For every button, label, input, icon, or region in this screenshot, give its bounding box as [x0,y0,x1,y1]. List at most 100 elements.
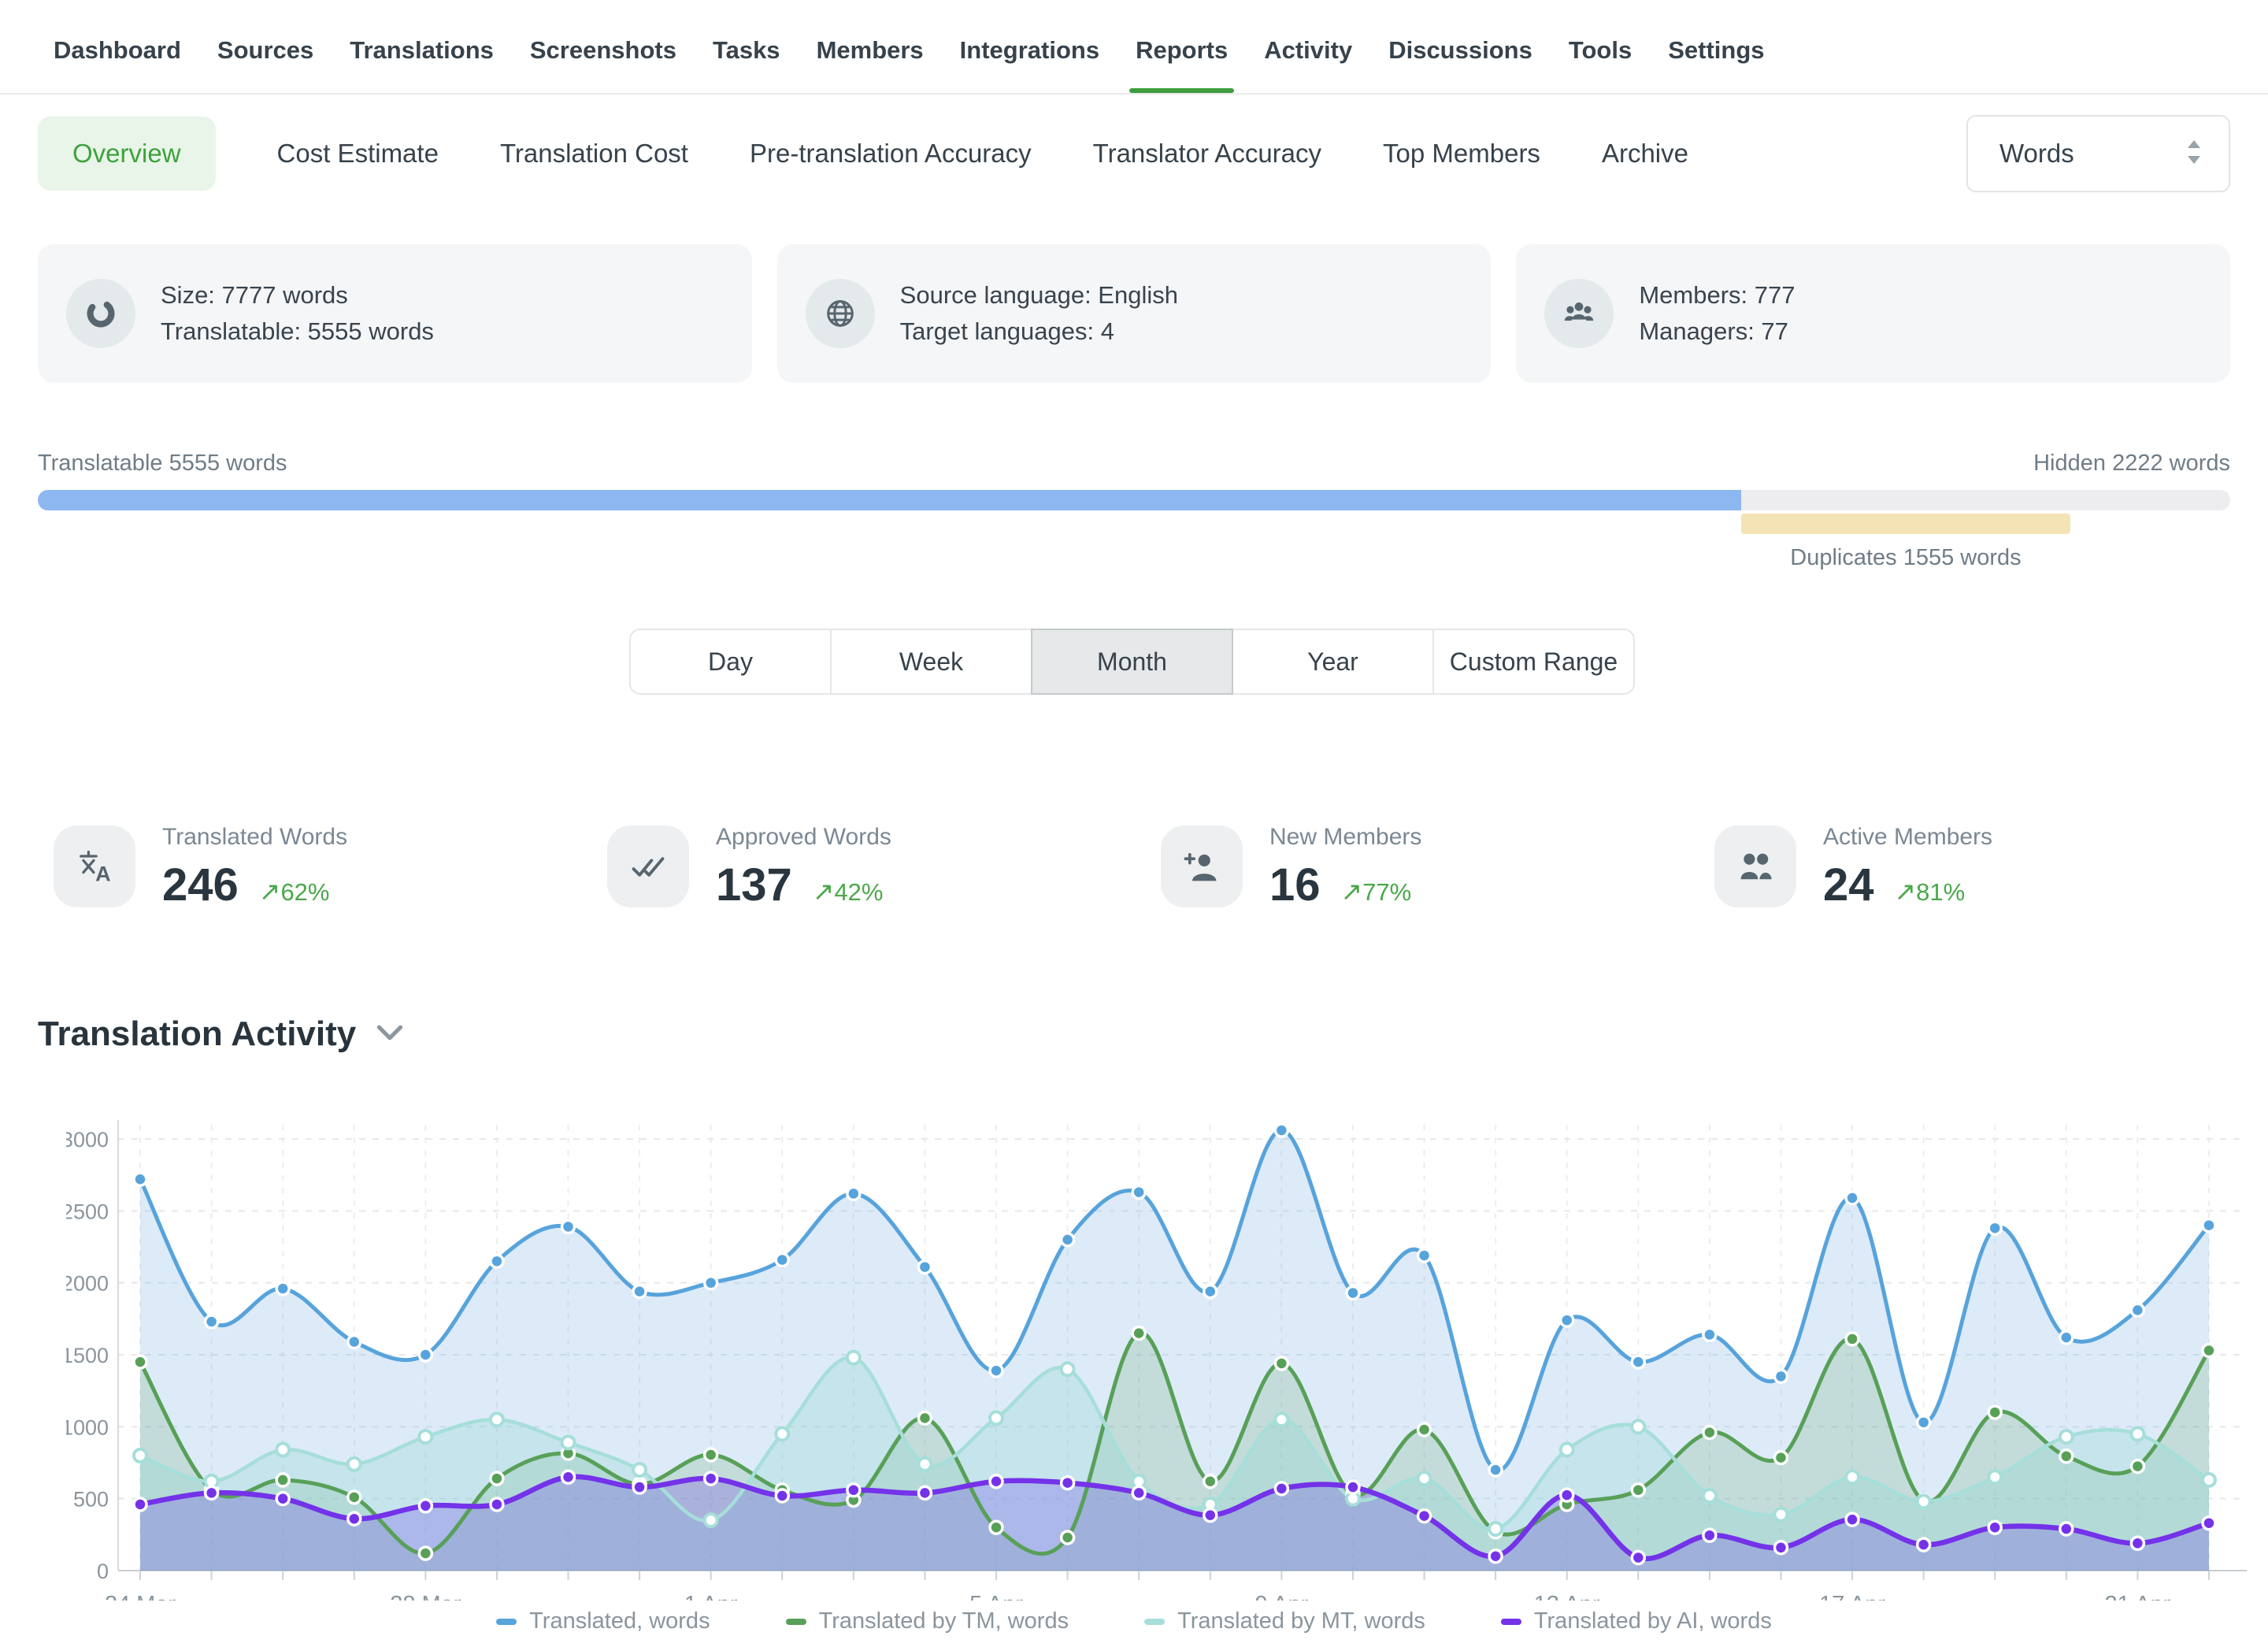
translation-activity-chart: 05001000150020002500300024 Mar28 Mar1 Ap… [66,1092,2252,1601]
svg-text:24 Mar: 24 Mar [105,1592,176,1601]
svg-text:13 Apr: 13 Apr [1534,1592,1600,1601]
nav-item-dashboard[interactable]: Dashboard [54,28,181,72]
legend-label: Translated by AI, words [1534,1608,1772,1634]
stat-card-translated-words: ATranslated Words246↗62% [54,819,347,911]
report-tab-pre-translation-accuracy[interactable]: Pre-translation Accuracy [750,117,1032,191]
legend-item-translated-by-ai-words[interactable]: Translated by AI, words [1501,1608,1772,1634]
svg-text:28 Mar: 28 Mar [390,1592,461,1601]
select-arrows-icon [2186,139,2202,169]
legend-swatch [1144,1619,1165,1625]
report-tabs: Overview Cost Estimate Translation Cost Pre… [38,115,1688,192]
nav-item-screenshots[interactable]: Screenshots [530,28,676,72]
nav-item-sources[interactable]: Sources [217,28,313,72]
stat-card-active-members: Active Members24↗81% [1714,819,1992,911]
summary-card: Source language: EnglishTarget languages… [777,244,1492,383]
range-option-month[interactable]: Month [1031,629,1233,695]
duplicates-words-label: Duplicates 1555 words [1790,545,2021,571]
svg-text:0: 0 [97,1560,109,1583]
legend-swatch [496,1619,517,1625]
report-tab-translator-accuracy[interactable]: Translator Accuracy [1093,117,1321,191]
svg-text:21 Apr: 21 Apr [2104,1592,2170,1601]
summary-line-2: Managers: 77 [1639,313,1795,350]
checks-icon [607,825,689,907]
legend-swatch [786,1619,806,1625]
legend-label: Translated, words [529,1608,710,1634]
report-tab-overview[interactable]: Overview [38,117,216,191]
stat-label: Approved Words [716,824,891,851]
legend-item-translated-by-mt-words[interactable]: Translated by MT, words [1144,1608,1425,1634]
stat-label: New Members [1269,824,1421,851]
svg-text:2000: 2000 [66,1272,109,1296]
nav-divider [0,93,2268,95]
nav-item-tasks[interactable]: Tasks [713,28,780,72]
stat-value: 24 [1823,859,1874,911]
legend-label: Translated by MT, words [1177,1608,1425,1634]
summary-line-1: Size: 7777 words [161,277,434,313]
summary-card: Members: 777Managers: 77 [1516,244,2230,383]
nav-item-settings[interactable]: Settings [1668,28,1764,72]
hidden-words-label: Hidden 2222 words [2033,451,2230,477]
summary-line-1: Members: 777 [1639,277,1795,313]
legend-swatch [1501,1619,1521,1625]
nav-item-translations[interactable]: Translations [350,28,494,72]
stat-card-new-members: New Members 16 ↗77% [1161,819,1421,911]
svg-text:9 Apr: 9 Apr [1255,1592,1309,1601]
unit-select[interactable]: Words [1966,115,2230,192]
stat-change: ↗77% [1341,876,1412,907]
nav-item-members[interactable]: Members [817,28,924,72]
svg-text:500: 500 [73,1488,109,1512]
globe-icon [806,279,875,348]
range-option-year[interactable]: Year [1232,629,1434,695]
chart-legend: Translated, words Translated by TM, words… [0,1608,2268,1634]
translation-activity-title: Translation Activity [38,1015,356,1054]
main-nav: Dashboard Sources Translations Screenshots T… [54,28,1765,72]
stat-value: 16 [1269,859,1321,911]
summary-line-2: Target languages: 4 [900,313,1178,350]
nav-item-activity[interactable]: Activity [1264,28,1352,72]
donut-icon [66,279,135,348]
translatable-words-bar [38,490,1741,510]
trend-up-icon: ↗ [1895,877,1917,906]
stat-card-approved-words: Approved Words 137 ↗42% [607,819,891,911]
range-option-custom-range[interactable]: Custom Range [1432,629,1635,695]
words-progress-track [38,490,2230,510]
unit-select-value: Words [1999,139,2186,169]
stat-change: ↗62% [259,876,330,907]
report-tab-cost-estimate[interactable]: Cost Estimate [277,117,439,191]
trend-up-icon: ↗ [1341,877,1363,906]
svg-text:1 Apr: 1 Apr [684,1592,738,1601]
stat-change: ↗81% [1895,876,1966,907]
summary-card: Size: 7777 wordsTranslatable: 5555 words [38,244,752,383]
chevron-down-icon[interactable] [376,1024,403,1045]
stat-change: ↗42% [813,876,884,907]
summary-line-1: Source language: English [900,277,1178,313]
nav-item-tools[interactable]: Tools [1569,28,1632,72]
report-tab-top-members[interactable]: Top Members [1383,117,1540,191]
svg-text:A: A [95,861,111,885]
range-option-week[interactable]: Week [830,629,1032,695]
translatable-words-label: Translatable 5555 words [38,451,287,477]
group-icon [1544,279,1614,348]
translate-icon: A [54,825,135,907]
legend-item-translated-words[interactable]: Translated, words [496,1608,710,1634]
people-icon [1714,825,1796,907]
report-tab-translation-cost[interactable]: Translation Cost [500,117,688,191]
date-range-selector: DayWeekMonthYearCustom Range [629,629,1635,695]
trend-up-icon: ↗ [259,877,281,906]
report-tab-archive[interactable]: Archive [1602,117,1688,191]
person-plus-icon [1161,825,1243,907]
svg-text:3000: 3000 [66,1128,109,1152]
stat-value: 137 [716,859,792,911]
svg-text:5 Apr: 5 Apr [969,1592,1023,1601]
legend-item-translated-by-tm-words[interactable]: Translated by TM, words [786,1608,1069,1634]
range-option-day[interactable]: Day [629,629,832,695]
summary-line-2: Translatable: 5555 words [161,313,434,350]
nav-item-reports[interactable]: Reports [1136,28,1228,72]
nav-item-discussions[interactable]: Discussions [1388,28,1532,72]
nav-item-integrations[interactable]: Integrations [960,28,1099,72]
svg-text:17 Apr: 17 Apr [1819,1592,1885,1601]
legend-label: Translated by TM, words [819,1608,1069,1634]
svg-text:1500: 1500 [66,1344,109,1367]
trend-up-icon: ↗ [813,877,835,906]
project-summary-cards: Size: 7777 wordsTranslatable: 5555 words… [38,244,2230,383]
